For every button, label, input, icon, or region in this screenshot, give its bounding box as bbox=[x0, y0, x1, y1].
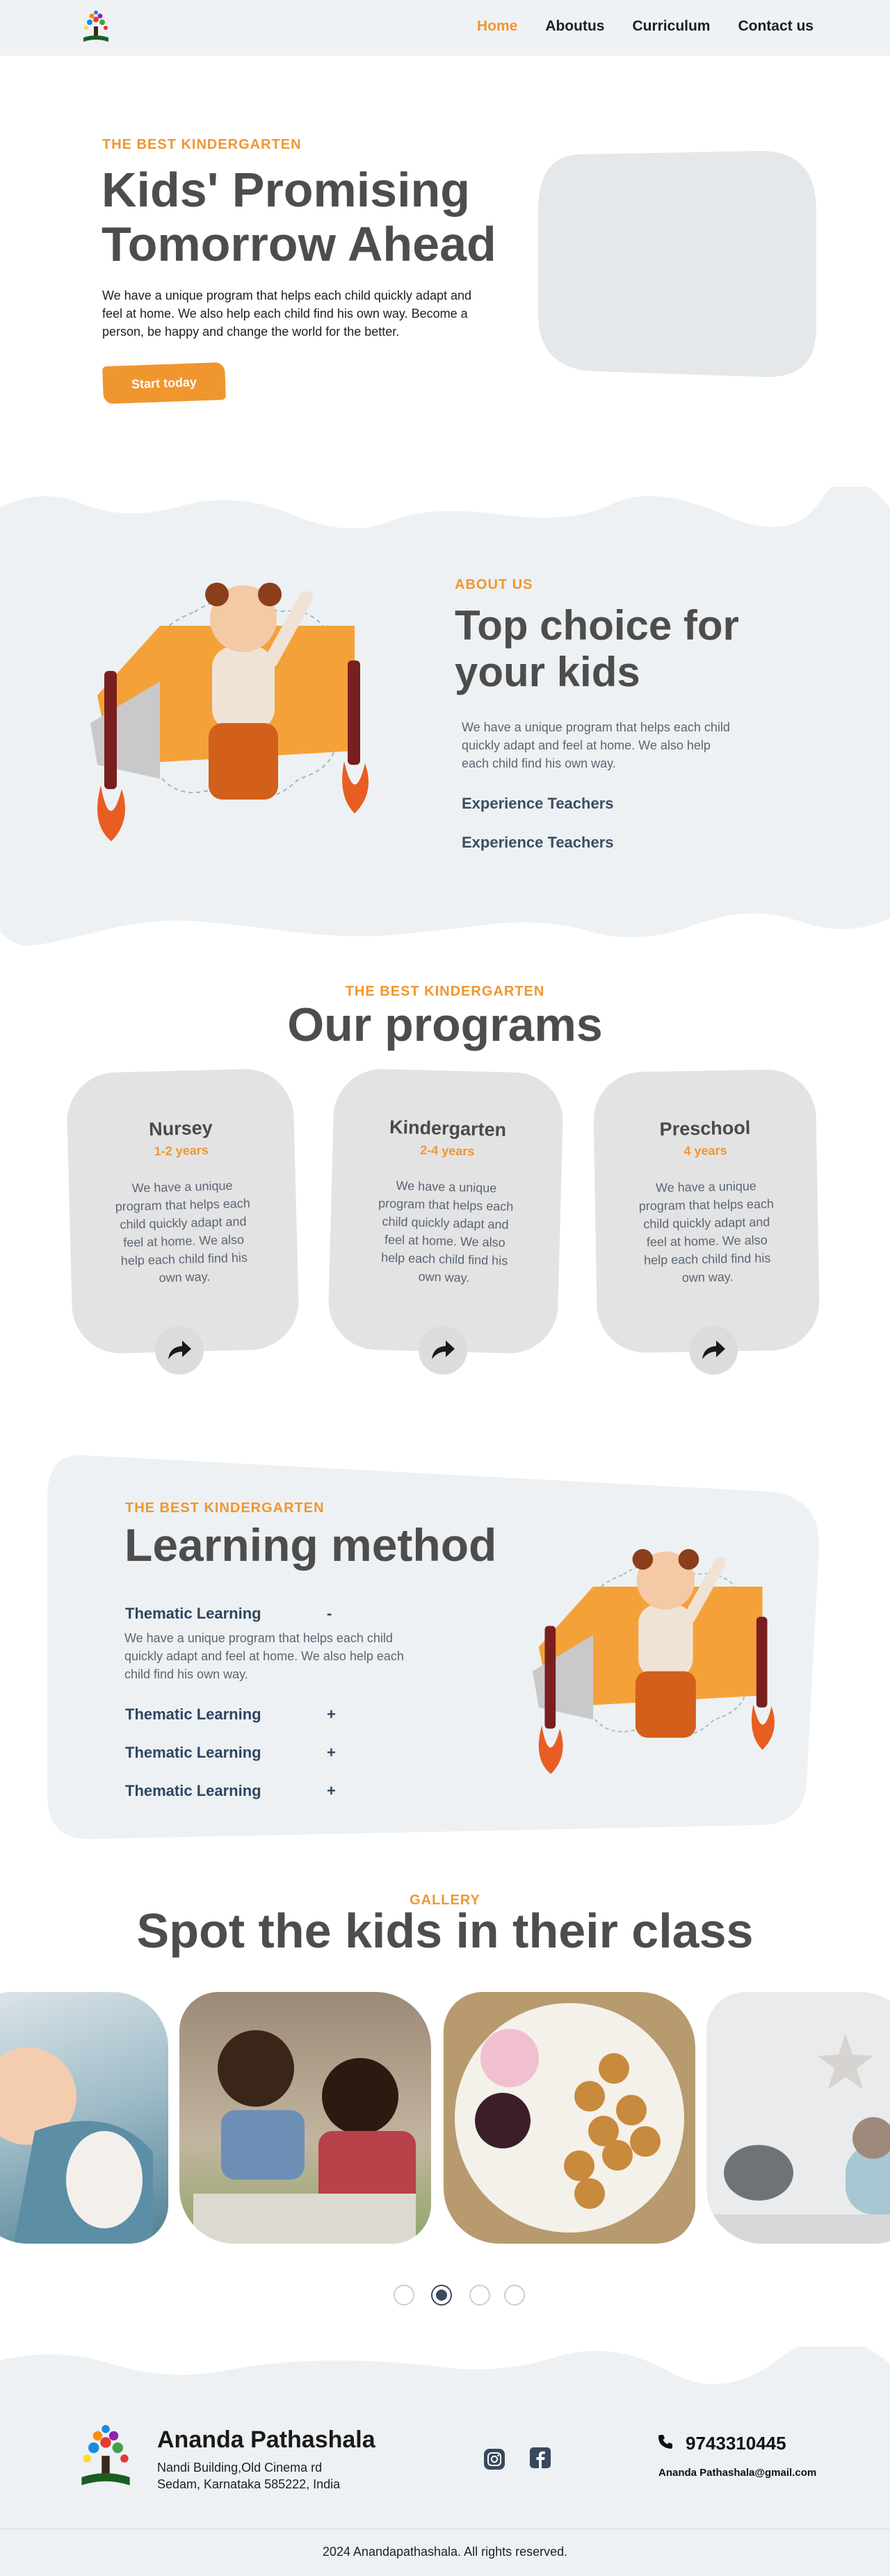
program-card-kindergarten: Kindergarten 2-4 years We have a unique … bbox=[327, 1067, 565, 1355]
hero-eyebrow: THE BEST KINDERGARTEN bbox=[102, 137, 302, 152]
accordion-title: Thematic Learning bbox=[125, 1744, 261, 1761]
address-line: Sedam, Karnataka 585222, India bbox=[157, 2477, 341, 2491]
learning-title: Learning method bbox=[124, 1519, 497, 1571]
start-today-button[interactable]: Start today bbox=[102, 362, 226, 405]
accordion-header[interactable]: Thematic Learning + bbox=[125, 1782, 336, 1800]
accordion-toggle[interactable]: + bbox=[327, 1744, 336, 1762]
accordion-toggle[interactable]: + bbox=[327, 1782, 336, 1800]
accordion-toggle[interactable]: + bbox=[327, 1706, 336, 1724]
carousel-dot[interactable] bbox=[394, 2285, 414, 2306]
kid-rocket-illustration bbox=[533, 1549, 775, 1774]
accordion-header[interactable]: Thematic Learning - bbox=[125, 1605, 332, 1623]
program-age: 4 years bbox=[683, 1143, 727, 1158]
accordion-title: Thematic Learning bbox=[125, 1782, 261, 1799]
address-line: Nandi Building,Old Cinema rd bbox=[157, 2461, 323, 2474]
facebook-icon[interactable] bbox=[529, 2447, 551, 2469]
accordion-content: We have a unique program that helps each… bbox=[124, 1631, 404, 1681]
tree-logo-icon bbox=[81, 2424, 130, 2486]
learning-eyebrow: THE BEST KINDERGARTEN bbox=[125, 1500, 325, 1516]
accordion-toggle[interactable]: - bbox=[327, 1605, 332, 1623]
kid-rocket-illustration bbox=[90, 583, 369, 841]
footer-email[interactable]: Ananda Pathashala@gmail.com bbox=[658, 2467, 816, 2479]
gallery-image bbox=[444, 1992, 695, 2244]
program-title: Preschool bbox=[659, 1117, 751, 1140]
footer-brand: Ananda Pathashala bbox=[157, 2427, 375, 2453]
feature-item: Experience Teachers bbox=[462, 795, 614, 812]
gallery-image bbox=[179, 1992, 431, 2244]
program-card-nursey: Nursey 1-2 years We have a unique progra… bbox=[65, 1067, 300, 1355]
about-title: Top choice for your kids bbox=[455, 602, 739, 695]
gallery-photo-pancakes bbox=[455, 2003, 684, 2233]
hero-title: Kids' Promising Tomorrow Ahead bbox=[102, 163, 496, 272]
program-arrow-button[interactable] bbox=[689, 1326, 738, 1375]
program-age: 1-2 years bbox=[154, 1143, 209, 1159]
program-description: We have a unique program that helps each… bbox=[638, 1178, 775, 1285]
nav-home[interactable]: Home bbox=[477, 18, 517, 35]
programs-eyebrow: THE BEST KINDERGARTEN bbox=[345, 984, 545, 999]
program-description: We have a unique program that helps each… bbox=[115, 1178, 251, 1285]
footer-phone[interactable]: 9743310445 bbox=[686, 2433, 786, 2454]
program-title: Nursey bbox=[148, 1117, 213, 1140]
about-title-line2: your kids bbox=[455, 649, 640, 696]
curved-arrow-icon bbox=[702, 1340, 725, 1359]
gallery-title: Spot the kids in their class bbox=[136, 1904, 754, 1958]
program-age: 2-4 years bbox=[419, 1143, 475, 1159]
nav-curriculum[interactable]: Curriculum bbox=[632, 18, 710, 35]
carousel-dot[interactable] bbox=[504, 2285, 525, 2306]
hero-paragraph: We have a unique program that helps each… bbox=[102, 289, 472, 339]
feature-item: Experience Teachers bbox=[462, 834, 614, 851]
program-card-preschool: Preschool 4 years We have a unique progr… bbox=[592, 1069, 820, 1354]
tree-logo-icon[interactable] bbox=[78, 10, 114, 46]
accordion-header[interactable]: Thematic Learning + bbox=[125, 1744, 336, 1762]
hero-title-line1: Kids' Promising bbox=[102, 163, 471, 217]
top-navbar: Home Aboutus Curriculum Contact us bbox=[0, 0, 890, 56]
curved-arrow-icon bbox=[168, 1340, 191, 1359]
program-arrow-button[interactable] bbox=[419, 1326, 467, 1375]
nav-contact[interactable]: Contact us bbox=[738, 18, 814, 35]
about-eyebrow: ABOUT US bbox=[455, 577, 533, 592]
carousel-dot-active[interactable] bbox=[431, 2285, 452, 2306]
gallery-photo-shark-toy bbox=[0, 2048, 153, 2244]
program-description: We have a unique program that helps each… bbox=[378, 1178, 514, 1285]
accordion-title: Thematic Learning bbox=[125, 1605, 261, 1622]
hero-image-placeholder bbox=[538, 151, 816, 378]
carousel-dot[interactable] bbox=[469, 2285, 490, 2306]
nav-aboutus[interactable]: Aboutus bbox=[545, 18, 604, 35]
copyright: 2024 Anandapathashala. All rights reserv… bbox=[322, 2545, 568, 2559]
programs-title: Our programs bbox=[287, 998, 603, 1051]
gallery-image bbox=[0, 1992, 168, 2244]
about-paragraph: We have a unique program that helps each… bbox=[462, 720, 730, 770]
hero-title-line2: Tomorrow Ahead bbox=[102, 217, 496, 272]
nav-links: Home Aboutus Curriculum Contact us bbox=[477, 18, 814, 35]
gallery-image bbox=[706, 1992, 890, 2244]
program-arrow-button[interactable] bbox=[155, 1326, 204, 1375]
program-title: Kindergarten bbox=[389, 1116, 507, 1141]
about-title-line1: Top choice for bbox=[455, 602, 739, 649]
footer-address: Nandi Building,Old Cinema rd Sedam, Karn… bbox=[157, 2459, 340, 2493]
gallery-photo-toys bbox=[706, 2034, 890, 2244]
curved-arrow-icon bbox=[432, 1340, 455, 1359]
accordion-title: Thematic Learning bbox=[125, 1706, 261, 1723]
accordion-header[interactable]: Thematic Learning + bbox=[125, 1706, 336, 1724]
phone-icon bbox=[658, 2435, 672, 2449]
instagram-icon[interactable] bbox=[483, 2448, 505, 2470]
gallery-photo-kids-drawing bbox=[193, 2030, 416, 2244]
